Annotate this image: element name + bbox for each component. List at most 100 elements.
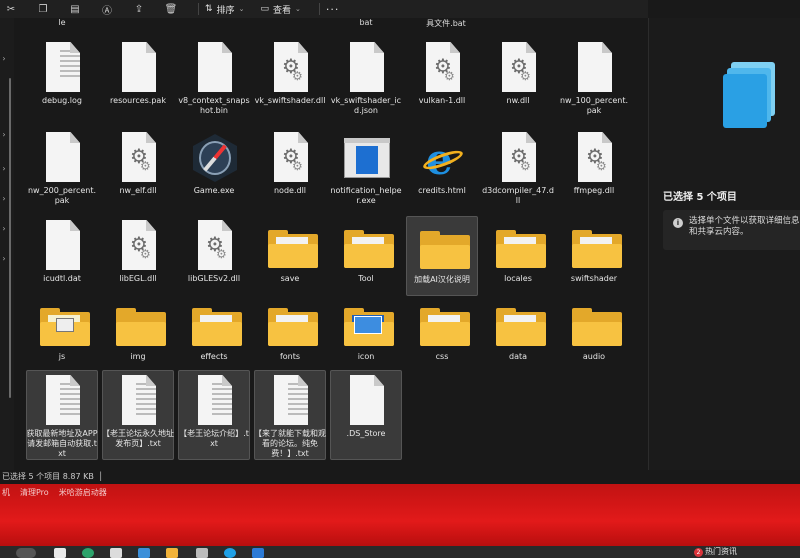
app-icon[interactable] bbox=[138, 548, 150, 558]
folder-icon bbox=[38, 298, 90, 350]
file-name-label: 【来了就能下载和观看的论坛。纯免费！】.txt bbox=[254, 429, 326, 458]
file-item[interactable]: v8_context_snapshot.bin bbox=[178, 38, 250, 118]
sort-button[interactable]: ⇅ 排序 ⌄ bbox=[205, 3, 244, 16]
folder-icon bbox=[114, 298, 166, 350]
nav-arrow-icon[interactable]: › bbox=[0, 130, 8, 139]
file-item[interactable]: ⚙ ⚙ nw.dll bbox=[482, 38, 554, 118]
edge-icon[interactable] bbox=[224, 548, 236, 558]
folder-item[interactable]: icon bbox=[330, 294, 402, 374]
file-item[interactable]: resources.pak bbox=[102, 38, 174, 118]
desktop-shortcut-label[interactable]: 机 bbox=[2, 484, 10, 502]
file-icon bbox=[38, 132, 86, 184]
view-label: 查看 bbox=[272, 5, 291, 16]
file-name-label: 【老王论坛永久地址发布页】.txt bbox=[102, 429, 174, 448]
folder-item[interactable]: swiftshader bbox=[558, 216, 630, 296]
share-icon[interactable]: ⇪ bbox=[132, 3, 146, 15]
copy-icon[interactable]: ❐ bbox=[36, 3, 50, 15]
file-item[interactable]: ⚙ ⚙ libEGL.dll bbox=[102, 216, 174, 296]
file-item[interactable]: ⚙ ⚙ node.dll bbox=[254, 128, 326, 208]
file-item[interactable]: e credits.html bbox=[406, 128, 478, 208]
news-widget[interactable]: 2 热门资讯 bbox=[694, 546, 737, 558]
nav-arrow-icon[interactable]: › bbox=[0, 164, 8, 173]
file-item[interactable]: ⚙ ⚙ vk_swiftshader.dll bbox=[254, 38, 326, 118]
file-name-label: save bbox=[280, 274, 300, 283]
news-label: 热门资讯 bbox=[705, 547, 737, 556]
file-name-label: credits.html bbox=[418, 186, 466, 195]
folder-item[interactable]: 加载AI汉化说明 bbox=[406, 216, 478, 296]
folder-item[interactable]: data bbox=[482, 294, 554, 374]
folder-item[interactable]: effects bbox=[178, 294, 250, 374]
folder-icon bbox=[418, 298, 470, 350]
delete-icon[interactable]: 🗑 bbox=[164, 3, 178, 15]
file-item[interactable]: ⚙ ⚙ libGLESv2.dll bbox=[178, 216, 250, 296]
file-item[interactable]: ⚙ ⚙ vulkan-1.dll bbox=[406, 38, 478, 118]
view-button[interactable]: ▭ 查看 ⌄ bbox=[260, 3, 300, 16]
file-item[interactable]: notification_helper.exe bbox=[330, 128, 402, 208]
navigation-pane-edge: › › › › › › bbox=[0, 18, 14, 470]
folder-item[interactable]: audio bbox=[558, 294, 630, 374]
exe-file-icon bbox=[342, 132, 390, 184]
file-item[interactable]: nw_200_percent.pak bbox=[26, 128, 98, 208]
folder-item[interactable]: js bbox=[26, 294, 98, 374]
folder-item[interactable]: css bbox=[406, 294, 478, 374]
start-icon[interactable] bbox=[16, 548, 36, 558]
paste-icon[interactable]: ▤ bbox=[68, 3, 82, 15]
notepad-icon[interactable] bbox=[54, 548, 66, 558]
file-item[interactable]: icudtl.dat bbox=[26, 216, 98, 296]
file-name-label: 加载AI汉化说明 bbox=[414, 275, 470, 284]
command-bar: ✂ ❐ ▤ Ⓐ ⇪ 🗑 ⇅ 排序 ⌄ ▭ 查看 ⌄ ··· bbox=[0, 0, 648, 18]
file-item[interactable]: vk_swiftshader_icd.json bbox=[330, 38, 402, 118]
browser-icon[interactable] bbox=[82, 548, 94, 558]
file-name-label: Game.exe bbox=[193, 186, 235, 195]
file-name-label: vk_swiftshader_icd.json bbox=[330, 96, 402, 115]
file-item[interactable]: ⚙ ⚙ ffmpeg.dll bbox=[558, 128, 630, 208]
file-item[interactable]: debug.log bbox=[26, 38, 98, 118]
dll-file-icon: ⚙ ⚙ bbox=[494, 132, 542, 184]
more-options-button[interactable]: ··· bbox=[326, 3, 340, 16]
file-item[interactable]: 【老王论坛永久地址发布页】.txt bbox=[102, 370, 174, 460]
rename-icon[interactable]: Ⓐ bbox=[100, 3, 114, 17]
file-name-label: Tool bbox=[358, 274, 374, 283]
nav-arrow-icon[interactable]: › bbox=[0, 54, 8, 63]
partial-file-label: 具文件.bat bbox=[426, 19, 466, 28]
file-item[interactable]: ⚙ ⚙ d3dcompiler_47.dll bbox=[482, 128, 554, 208]
file-item[interactable]: 【老王论坛介绍】.txt bbox=[178, 370, 250, 460]
desktop-shortcut-label[interactable]: 清理Pro bbox=[20, 484, 49, 502]
file-item[interactable]: ⚙ ⚙ nw_elf.dll bbox=[102, 128, 174, 208]
file-name-label: icudtl.dat bbox=[43, 274, 81, 283]
file-name-label: vk_swiftshader.dll bbox=[254, 96, 326, 105]
mail-icon[interactable] bbox=[110, 548, 122, 558]
file-name-label: nw_elf.dll bbox=[119, 186, 157, 195]
folder-item[interactable]: img bbox=[102, 294, 174, 374]
dll-file-icon: ⚙ ⚙ bbox=[114, 220, 162, 272]
file-item[interactable]: Game.exe bbox=[178, 128, 250, 208]
folder-icon bbox=[342, 298, 394, 350]
file-name-label: debug.log bbox=[42, 96, 82, 105]
app-icon[interactable] bbox=[252, 548, 264, 558]
nav-arrow-icon[interactable]: › bbox=[0, 254, 8, 263]
file-explorer-icon[interactable] bbox=[166, 548, 178, 558]
folder-item[interactable]: Tool bbox=[330, 216, 402, 296]
folder-item[interactable]: save bbox=[254, 216, 326, 296]
status-text: 已选择 5 个项目 8.87 KB bbox=[2, 472, 94, 481]
scrollbar-thumb[interactable] bbox=[9, 78, 11, 398]
details-pane: 已选择 5 个项目 i 选择单个文件以获取详细信息和共享云内容。 bbox=[648, 18, 800, 470]
file-name-label: css bbox=[435, 352, 449, 361]
file-item[interactable]: .DS_Store bbox=[330, 370, 402, 460]
nav-arrow-icon[interactable]: › bbox=[0, 194, 8, 203]
chevron-down-icon: ⌄ bbox=[238, 5, 245, 13]
folder-item[interactable]: fonts bbox=[254, 294, 326, 374]
app-icon[interactable] bbox=[196, 548, 208, 558]
desktop-shortcut-label[interactable]: 米哈游启动器 bbox=[59, 484, 107, 502]
nav-arrow-icon[interactable]: › bbox=[0, 224, 8, 233]
file-item[interactable]: nw_100_percent.pak bbox=[558, 38, 630, 118]
toolbar-divider bbox=[318, 3, 320, 15]
folder-icon bbox=[190, 298, 242, 350]
view-icon: ▭ bbox=[260, 4, 269, 14]
file-item[interactable]: 【来了就能下载和观看的论坛。纯免费！】.txt bbox=[254, 370, 326, 460]
file-name-label: libEGL.dll bbox=[119, 274, 157, 283]
file-name-label: node.dll bbox=[273, 186, 307, 195]
cut-icon[interactable]: ✂ bbox=[4, 3, 18, 15]
file-item[interactable]: 获取最新地址及APP请发邮箱自动获取.txt bbox=[26, 370, 98, 460]
folder-item[interactable]: locales bbox=[482, 216, 554, 296]
